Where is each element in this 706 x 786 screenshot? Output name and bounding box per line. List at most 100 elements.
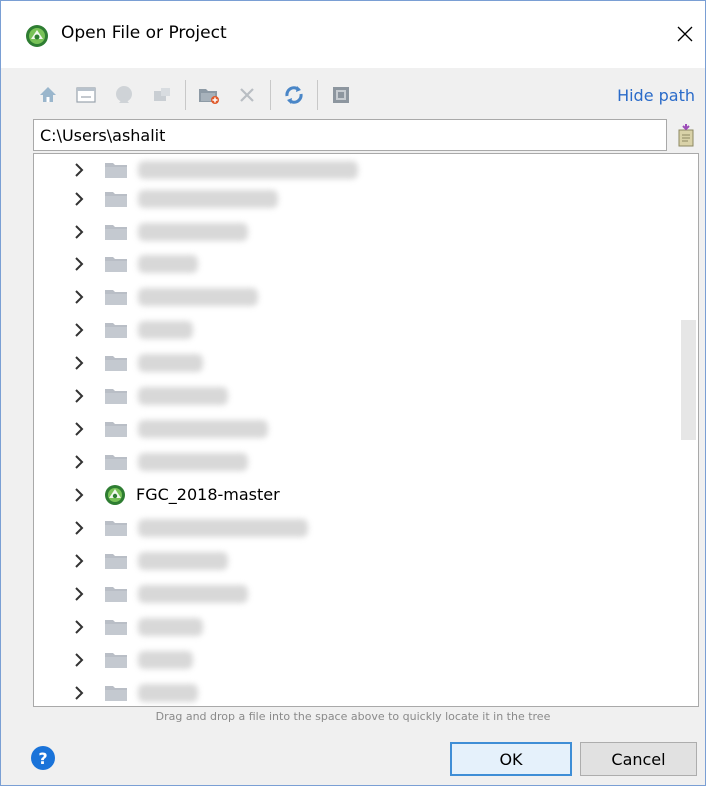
tree-item-folder[interactable] (34, 445, 674, 478)
redacted-folder-name (138, 353, 203, 372)
tree-item-project[interactable]: FGC_2018-master (34, 478, 674, 511)
hide-path-link[interactable]: Hide path (617, 86, 695, 105)
chevron-right-icon[interactable] (72, 487, 86, 502)
redacted-folder-name (138, 584, 248, 603)
tree-item-folder[interactable] (34, 544, 674, 577)
folder-icon (104, 585, 128, 603)
path-input[interactable] (33, 119, 667, 151)
folder-icon (104, 387, 128, 405)
home-button[interactable] (35, 82, 61, 108)
folder-icon (104, 161, 128, 179)
chevron-right-icon[interactable] (72, 520, 86, 535)
redacted-folder-name (138, 320, 193, 339)
folder-icon (104, 255, 128, 273)
tree-item-folder[interactable] (34, 610, 674, 643)
new-folder-button[interactable] (196, 82, 222, 108)
folder-icon (104, 223, 128, 241)
ok-button[interactable]: OK (450, 742, 572, 776)
tree-item-folder[interactable] (34, 643, 674, 676)
chevron-right-icon[interactable] (72, 586, 86, 601)
cancel-button[interactable]: Cancel (580, 742, 697, 776)
desktop-icon (76, 87, 96, 103)
tree-item-folder[interactable] (34, 247, 674, 280)
chevron-right-icon[interactable] (72, 454, 86, 469)
tree-scrollbar-thumb[interactable] (681, 320, 696, 440)
tree-item-folder[interactable] (34, 280, 674, 313)
chevron-right-icon[interactable] (72, 685, 86, 700)
toolbar-separator (270, 80, 271, 110)
path-history-button[interactable] (673, 121, 699, 149)
help-button[interactable]: ? (31, 746, 55, 770)
folder-icon (104, 321, 128, 339)
chevron-right-icon[interactable] (72, 652, 86, 667)
close-icon (677, 26, 693, 42)
android-project-icon (104, 484, 126, 506)
toolbar (35, 77, 366, 113)
close-button[interactable] (665, 11, 705, 57)
android-studio-icon (26, 25, 48, 47)
redacted-folder-name (138, 160, 358, 179)
folder-icon (104, 618, 128, 636)
chevron-right-icon[interactable] (72, 421, 86, 436)
tree-item-folder[interactable] (34, 215, 674, 248)
chevron-right-icon[interactable] (72, 162, 86, 177)
show-hidden-button[interactable] (328, 82, 354, 108)
chevron-right-icon[interactable] (72, 619, 86, 634)
redacted-folder-name (138, 452, 248, 471)
folder-icon (104, 190, 128, 208)
toolbar-separator (317, 80, 318, 110)
chevron-right-icon[interactable] (72, 355, 86, 370)
module-icon (154, 88, 170, 101)
tree-item-folder[interactable] (34, 577, 674, 610)
tree-item-folder[interactable] (34, 676, 674, 706)
tree-item-folder[interactable] (34, 511, 674, 544)
folder-icon (104, 651, 128, 669)
chevron-right-icon[interactable] (72, 256, 86, 271)
chevron-right-icon[interactable] (72, 289, 86, 304)
redacted-folder-name (138, 222, 248, 241)
refresh-button[interactable] (281, 82, 307, 108)
tree-item-folder[interactable] (34, 313, 674, 346)
drag-drop-hint: Drag and drop a file into the space abov… (155, 710, 551, 723)
redacted-folder-name (138, 287, 258, 306)
tree-item-folder[interactable] (34, 346, 674, 379)
delete-button[interactable] (234, 82, 260, 108)
show-hidden-icon (333, 87, 349, 103)
tree-item-label: FGC_2018-master (136, 485, 280, 504)
history-icon (678, 124, 694, 147)
redacted-folder-name (138, 650, 193, 669)
new-folder-icon (199, 89, 219, 104)
tree-item-folder[interactable] (34, 379, 674, 412)
redacted-folder-name (138, 189, 278, 208)
title-bar: Open File or Project (1, 1, 705, 68)
redacted-folder-name (138, 683, 198, 702)
chevron-right-icon[interactable] (72, 322, 86, 337)
folder-icon (104, 552, 128, 570)
chevron-right-icon[interactable] (72, 388, 86, 403)
folder-icon (104, 519, 128, 537)
module-button[interactable] (149, 82, 175, 108)
project-button[interactable] (111, 82, 137, 108)
delete-icon (240, 88, 254, 102)
chevron-right-icon[interactable] (72, 191, 86, 206)
tree-item-folder[interactable] (34, 182, 674, 215)
window-title: Open File or Project (61, 23, 227, 43)
tree-scrollbar[interactable] (680, 154, 698, 706)
file-tree[interactable]: FGC_2018-master (33, 153, 699, 707)
desktop-button[interactable] (73, 82, 99, 108)
tree-item-folder[interactable] (34, 412, 674, 445)
redacted-folder-name (138, 518, 308, 537)
open-file-dialog: Open File or Project Hide path C:\Users\… (0, 0, 706, 786)
chevron-right-icon[interactable] (72, 553, 86, 568)
folder-icon (104, 288, 128, 306)
folder-icon (104, 684, 128, 702)
redacted-folder-name (138, 386, 228, 405)
folder-icon (104, 420, 128, 438)
chevron-right-icon[interactable] (72, 224, 86, 239)
folder-icon (104, 453, 128, 471)
refresh-icon (285, 86, 303, 104)
project-icon (116, 86, 132, 103)
redacted-folder-name (138, 617, 203, 636)
toolbar-separator (185, 80, 186, 110)
home-icon (40, 87, 56, 102)
